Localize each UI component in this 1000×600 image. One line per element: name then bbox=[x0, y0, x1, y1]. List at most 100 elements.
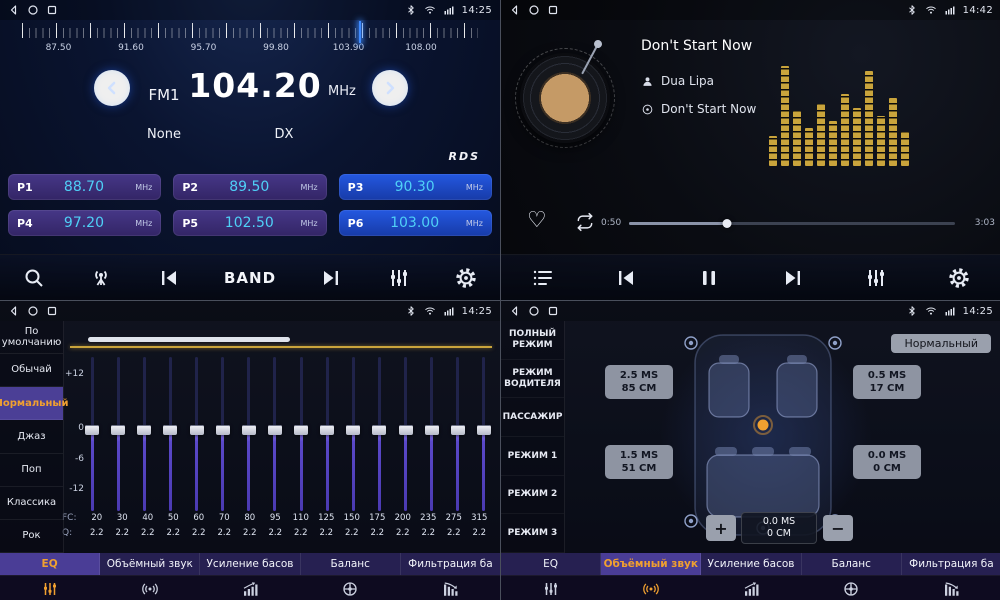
eq-band-slider[interactable] bbox=[371, 357, 387, 511]
settings-gear-icon[interactable] bbox=[947, 266, 971, 290]
eq-slider-handle[interactable] bbox=[242, 425, 256, 435]
tab-bass-boost[interactable]: Усиление басов bbox=[200, 553, 300, 575]
eq-band-slider[interactable] bbox=[215, 357, 231, 511]
back-icon[interactable] bbox=[8, 4, 20, 16]
tab-filter[interactable]: Фильтрация ба bbox=[902, 553, 1000, 575]
preset-button-P5[interactable]: P5102.50MHz bbox=[173, 210, 326, 236]
delay-rear-left[interactable]: 1.5 MS 51 CM bbox=[605, 445, 673, 479]
tune-down-button[interactable] bbox=[94, 70, 130, 106]
home-circle-icon[interactable] bbox=[27, 4, 39, 16]
tab-surround[interactable]: Объёмный звук bbox=[601, 553, 701, 575]
delay-front-right[interactable]: 0.5 MS 17 CM bbox=[853, 365, 921, 399]
delay-increase-button[interactable]: + bbox=[706, 515, 736, 541]
eq-slider-handle[interactable] bbox=[137, 425, 151, 435]
eq-band-slider[interactable] bbox=[476, 357, 492, 511]
bass-boost-icon[interactable] bbox=[701, 576, 801, 600]
delay-front-left[interactable]: 2.5 MS 85 CM bbox=[605, 365, 673, 399]
mode-item[interactable]: ПАССАЖИР bbox=[501, 398, 564, 437]
mode-item[interactable]: РЕЖИМ 2 bbox=[501, 476, 564, 515]
eq-slider-handle[interactable] bbox=[477, 425, 491, 435]
profile-button[interactable]: Нормальный bbox=[891, 334, 991, 353]
search-icon[interactable] bbox=[22, 266, 46, 290]
eq-band-slider[interactable] bbox=[241, 357, 257, 511]
recents-square-icon[interactable] bbox=[547, 4, 559, 16]
eq-slider-handle[interactable] bbox=[425, 425, 439, 435]
tab-filter[interactable]: Фильтрация ба bbox=[401, 553, 500, 575]
eq-slider-handle[interactable] bbox=[346, 425, 360, 435]
balance-icon[interactable] bbox=[801, 576, 901, 600]
playlist-icon[interactable] bbox=[531, 266, 555, 290]
surround-icon[interactable] bbox=[100, 576, 200, 600]
seek-knob[interactable] bbox=[722, 219, 731, 228]
frequency-scale[interactable]: 87.5091.6095.7099.80103.90108.00 bbox=[22, 23, 478, 59]
settings-gear-icon[interactable] bbox=[454, 266, 478, 290]
tab-bass-boost[interactable]: Усиление басов bbox=[701, 553, 801, 575]
eq-icon[interactable] bbox=[0, 576, 100, 600]
preset-button-P4[interactable]: P497.20MHz bbox=[8, 210, 161, 236]
eq-slider-handle[interactable] bbox=[372, 425, 386, 435]
delay-rear-right[interactable]: 0.0 MS 0 CM bbox=[853, 445, 921, 479]
eq-slider-handle[interactable] bbox=[294, 425, 308, 435]
back-icon[interactable] bbox=[8, 305, 20, 317]
eq-band-slider[interactable] bbox=[162, 357, 178, 511]
eq-band-slider[interactable] bbox=[398, 357, 414, 511]
eq-band-slider[interactable] bbox=[424, 357, 440, 511]
delay-decrease-button[interactable]: − bbox=[823, 515, 853, 541]
preset-button-P6[interactable]: P6103.00MHz bbox=[339, 210, 492, 236]
eq-preset-item[interactable]: Нормальный bbox=[0, 387, 63, 420]
eq-band-slider[interactable] bbox=[136, 357, 152, 511]
home-circle-icon[interactable] bbox=[528, 305, 540, 317]
recents-square-icon[interactable] bbox=[46, 305, 58, 317]
preset-button-P1[interactable]: P188.70MHz bbox=[8, 174, 161, 200]
mode-item[interactable]: ПОЛНЫЙ РЕЖИМ bbox=[501, 321, 564, 360]
eq-band-slider[interactable] bbox=[110, 357, 126, 511]
mode-item[interactable]: РЕЖИМ 1 bbox=[501, 437, 564, 476]
eq-preset-item[interactable]: Джаз bbox=[0, 420, 63, 453]
previous-icon[interactable] bbox=[614, 266, 638, 290]
eq-band-slider[interactable] bbox=[293, 357, 309, 511]
next-icon[interactable] bbox=[319, 266, 343, 290]
scroll-indicator[interactable] bbox=[88, 337, 290, 342]
eq-band-slider[interactable] bbox=[450, 357, 466, 511]
mode-item[interactable]: РЕЖИМ 3 bbox=[501, 514, 564, 553]
filter-icon[interactable] bbox=[400, 576, 500, 600]
eq-preset-item[interactable]: Классика bbox=[0, 487, 63, 520]
eq-slider-handle[interactable] bbox=[163, 425, 177, 435]
preset-button-P3[interactable]: P390.30MHz bbox=[339, 174, 492, 200]
eq-slider-handle[interactable] bbox=[111, 425, 125, 435]
back-icon[interactable] bbox=[509, 305, 521, 317]
eq-preset-item[interactable]: Рок bbox=[0, 520, 63, 553]
tab-balance[interactable]: Баланс bbox=[301, 553, 401, 575]
equalizer-sliders-icon[interactable] bbox=[864, 266, 888, 290]
eq-band-slider[interactable] bbox=[189, 357, 205, 511]
pause-icon[interactable] bbox=[697, 266, 721, 290]
dx-label[interactable]: DX bbox=[262, 127, 306, 142]
balance-icon[interactable] bbox=[300, 576, 400, 600]
surround-icon[interactable] bbox=[601, 576, 701, 600]
eq-preset-item[interactable]: По умолчанию bbox=[0, 321, 63, 354]
tab-surround[interactable]: Объёмный звук bbox=[100, 553, 200, 575]
back-icon[interactable] bbox=[509, 4, 521, 16]
eq-slider-handle[interactable] bbox=[320, 425, 334, 435]
eq-slider-handle[interactable] bbox=[268, 425, 282, 435]
home-circle-icon[interactable] bbox=[528, 4, 540, 16]
next-icon[interactable] bbox=[781, 266, 805, 290]
eq-slider-handle[interactable] bbox=[216, 425, 230, 435]
favorite-heart-icon[interactable]: ♡ bbox=[527, 208, 547, 233]
home-circle-icon[interactable] bbox=[27, 305, 39, 317]
tune-up-button[interactable] bbox=[372, 70, 408, 106]
eq-band-slider[interactable] bbox=[84, 357, 100, 511]
mode-item[interactable]: РЕЖИМ ВОДИТЕЛЯ bbox=[501, 360, 564, 399]
eq-slider-handle[interactable] bbox=[85, 425, 99, 435]
eq-preset-item[interactable]: Обычай bbox=[0, 354, 63, 387]
recents-square-icon[interactable] bbox=[46, 4, 58, 16]
tab-balance[interactable]: Баланс bbox=[802, 553, 902, 575]
previous-icon[interactable] bbox=[157, 266, 181, 290]
eq-band-slider[interactable] bbox=[345, 357, 361, 511]
filter-icon[interactable] bbox=[901, 576, 1000, 600]
eq-slider-handle[interactable] bbox=[190, 425, 204, 435]
eq-slider-handle[interactable] bbox=[399, 425, 413, 435]
broadcast-scan-icon[interactable] bbox=[89, 266, 113, 290]
eq-icon[interactable] bbox=[501, 576, 601, 600]
eq-preset-item[interactable]: Поп bbox=[0, 454, 63, 487]
